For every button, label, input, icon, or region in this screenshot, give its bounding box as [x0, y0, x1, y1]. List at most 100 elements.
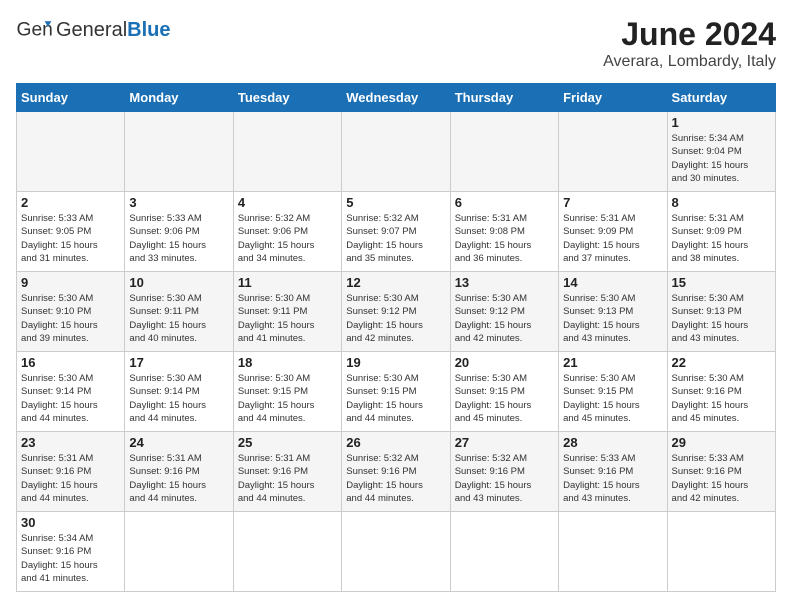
day-number: 28 — [563, 435, 662, 450]
header-thursday: Thursday — [450, 84, 558, 112]
calendar-cell — [450, 512, 558, 592]
calendar-cell — [233, 112, 341, 192]
header-wednesday: Wednesday — [342, 84, 450, 112]
calendar-cell — [667, 512, 775, 592]
day-number: 4 — [238, 195, 337, 210]
day-info: Sunrise: 5:32 AMSunset: 9:16 PMDaylight:… — [455, 452, 554, 505]
day-info: Sunrise: 5:33 AMSunset: 9:16 PMDaylight:… — [672, 452, 771, 505]
calendar-cell: 23 Sunrise: 5:31 AMSunset: 9:16 PMDayligh… — [17, 432, 125, 512]
day-info: Sunrise: 5:31 AMSunset: 9:08 PMDaylight:… — [455, 212, 554, 265]
header-monday: Monday — [125, 84, 233, 112]
day-number: 23 — [21, 435, 120, 450]
day-info: Sunrise: 5:30 AMSunset: 9:15 PMDaylight:… — [455, 372, 554, 425]
day-info: Sunrise: 5:30 AMSunset: 9:16 PMDaylight:… — [672, 372, 771, 425]
day-info: Sunrise: 5:30 AMSunset: 9:15 PMDaylight:… — [563, 372, 662, 425]
day-info: Sunrise: 5:30 AMSunset: 9:14 PMDaylight:… — [129, 372, 228, 425]
day-info: Sunrise: 5:33 AMSunset: 9:06 PMDaylight:… — [129, 212, 228, 265]
calendar-cell — [559, 112, 667, 192]
day-number: 29 — [672, 435, 771, 450]
calendar-week-row: 30 Sunrise: 5:34 AMSunset: 9:16 PMDayligh… — [17, 512, 776, 592]
day-number: 27 — [455, 435, 554, 450]
day-info: Sunrise: 5:31 AMSunset: 9:16 PMDaylight:… — [129, 452, 228, 505]
calendar-week-row: 16 Sunrise: 5:30 AMSunset: 9:14 PMDayligh… — [17, 352, 776, 432]
calendar-subtitle: Averara, Lombardy, Italy — [603, 53, 776, 71]
calendar-cell: 7 Sunrise: 5:31 AMSunset: 9:09 PMDaylight… — [559, 192, 667, 272]
calendar-cell: 11 Sunrise: 5:30 AMSunset: 9:11 PMDayligh… — [233, 272, 341, 352]
day-info: Sunrise: 5:33 AMSunset: 9:05 PMDaylight:… — [21, 212, 120, 265]
day-number: 1 — [672, 115, 771, 130]
calendar-cell: 5 Sunrise: 5:32 AMSunset: 9:07 PMDaylight… — [342, 192, 450, 272]
day-number: 21 — [563, 355, 662, 370]
day-number: 16 — [21, 355, 120, 370]
calendar-cell: 15Sunrise: 5:30 AMSunset: 9:13 PMDayligh… — [667, 272, 775, 352]
day-number: 26 — [346, 435, 445, 450]
logo-general: GeneralBlue — [56, 20, 171, 40]
day-info: Sunrise: 5:30 AMSunset: 9:15 PMDaylight:… — [346, 372, 445, 425]
day-info: Sunrise: 5:30 AMSunset: 9:12 PMDaylight:… — [455, 292, 554, 345]
day-info: Sunrise: 5:32 AMSunset: 9:06 PMDaylight:… — [238, 212, 337, 265]
calendar-cell: 14Sunrise: 5:30 AMSunset: 9:13 PMDayligh… — [559, 272, 667, 352]
day-number: 6 — [455, 195, 554, 210]
day-number: 13 — [455, 275, 554, 290]
calendar-cell — [342, 112, 450, 192]
day-number: 8 — [672, 195, 771, 210]
calendar-week-row: 2Sunrise: 5:33 AMSunset: 9:05 PMDaylight… — [17, 192, 776, 272]
calendar-cell — [233, 512, 341, 592]
header-tuesday: Tuesday — [233, 84, 341, 112]
day-info: Sunrise: 5:32 AMSunset: 9:07 PMDaylight:… — [346, 212, 445, 265]
calendar-cell: 27 Sunrise: 5:32 AMSunset: 9:16 PMDayligh… — [450, 432, 558, 512]
calendar-cell: 8Sunrise: 5:31 AMSunset: 9:09 PMDaylight… — [667, 192, 775, 272]
day-info: Sunrise: 5:32 AMSunset: 9:16 PMDaylight:… — [346, 452, 445, 505]
calendar-cell: 25 Sunrise: 5:31 AMSunset: 9:16 PMDayligh… — [233, 432, 341, 512]
day-info: Sunrise: 5:31 AMSunset: 9:09 PMDaylight:… — [563, 212, 662, 265]
day-number: 7 — [563, 195, 662, 210]
calendar-cell: 1 Sunrise: 5:34 AMSunset: 9:04 PMDaylight… — [667, 112, 775, 192]
header-saturday: Saturday — [667, 84, 775, 112]
calendar-cell: 28 Sunrise: 5:33 AMSunset: 9:16 PMDayligh… — [559, 432, 667, 512]
day-number: 20 — [455, 355, 554, 370]
day-number: 5 — [346, 195, 445, 210]
day-number: 15 — [672, 275, 771, 290]
day-number: 17 — [129, 355, 228, 370]
calendar-cell: 12 Sunrise: 5:30 AMSunset: 9:12 PMDayligh… — [342, 272, 450, 352]
calendar-cell: 26 Sunrise: 5:32 AMSunset: 9:16 PMDayligh… — [342, 432, 450, 512]
day-info: Sunrise: 5:33 AMSunset: 9:16 PMDaylight:… — [563, 452, 662, 505]
calendar-cell: 9Sunrise: 5:30 AMSunset: 9:10 PMDaylight… — [17, 272, 125, 352]
calendar-cell: 30 Sunrise: 5:34 AMSunset: 9:16 PMDayligh… — [17, 512, 125, 592]
day-info: Sunrise: 5:30 AMSunset: 9:12 PMDaylight:… — [346, 292, 445, 345]
calendar-cell: 3 Sunrise: 5:33 AMSunset: 9:06 PMDaylight… — [125, 192, 233, 272]
logo-icon: General — [16, 16, 52, 44]
calendar-cell: 4 Sunrise: 5:32 AMSunset: 9:06 PMDaylight… — [233, 192, 341, 272]
calendar-cell: 19 Sunrise: 5:30 AMSunset: 9:15 PMDayligh… — [342, 352, 450, 432]
calendar-cell: 18Sunrise: 5:30 AMSunset: 9:15 PMDayligh… — [233, 352, 341, 432]
day-number: 18 — [238, 355, 337, 370]
day-info: Sunrise: 5:30 AMSunset: 9:14 PMDaylight:… — [21, 372, 120, 425]
day-number: 19 — [346, 355, 445, 370]
calendar-cell: 29 Sunrise: 5:33 AMSunset: 9:16 PMDayligh… — [667, 432, 775, 512]
day-info: Sunrise: 5:31 AMSunset: 9:16 PMDaylight:… — [238, 452, 337, 505]
title-block: June 2024 Averara, Lombardy, Italy — [603, 16, 776, 71]
day-info: Sunrise: 5:34 AMSunset: 9:16 PMDaylight:… — [21, 532, 120, 585]
day-number: 25 — [238, 435, 337, 450]
calendar-title: June 2024 — [603, 16, 776, 53]
day-number: 12 — [346, 275, 445, 290]
calendar-cell — [342, 512, 450, 592]
calendar-cell: 6 Sunrise: 5:31 AMSunset: 9:08 PMDaylight… — [450, 192, 558, 272]
day-number: 14 — [563, 275, 662, 290]
calendar-cell — [125, 112, 233, 192]
calendar-cell: 10Sunrise: 5:30 AMSunset: 9:11 PMDayligh… — [125, 272, 233, 352]
header: General GeneralBlue June 2024 Averara, L… — [16, 16, 776, 71]
day-info: Sunrise: 5:34 AMSunset: 9:04 PMDaylight:… — [672, 132, 771, 185]
day-number: 22 — [672, 355, 771, 370]
calendar-header-row: Sunday Monday Tuesday Wednesday Thursday… — [17, 84, 776, 112]
calendar-cell: 2Sunrise: 5:33 AMSunset: 9:05 PMDaylight… — [17, 192, 125, 272]
calendar-table: Sunday Monday Tuesday Wednesday Thursday… — [16, 83, 776, 592]
day-number: 30 — [21, 515, 120, 530]
day-number: 3 — [129, 195, 228, 210]
calendar-week-row: 23 Sunrise: 5:31 AMSunset: 9:16 PMDayligh… — [17, 432, 776, 512]
calendar-cell: 17 Sunrise: 5:30 AMSunset: 9:14 PMDayligh… — [125, 352, 233, 432]
day-info: Sunrise: 5:30 AMSunset: 9:11 PMDaylight:… — [238, 292, 337, 345]
day-info: Sunrise: 5:31 AMSunset: 9:16 PMDaylight:… — [21, 452, 120, 505]
header-friday: Friday — [559, 84, 667, 112]
day-number: 11 — [238, 275, 337, 290]
